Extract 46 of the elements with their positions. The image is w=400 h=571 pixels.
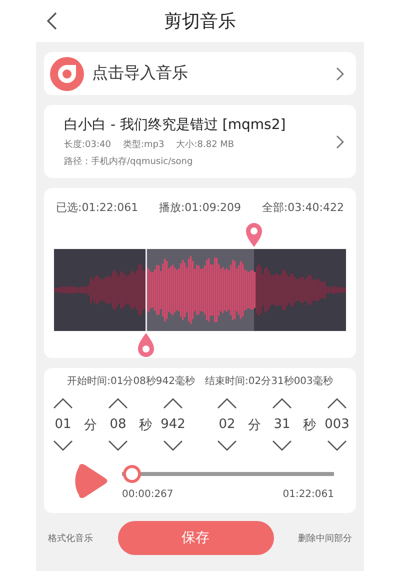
format-music-link[interactable]: 格式化音乐 — [48, 532, 93, 544]
chevron-down-icon[interactable] — [163, 440, 183, 451]
chevron-up-icon[interactable] — [163, 398, 183, 409]
play-position: 播放:01:09:209 — [158, 200, 242, 215]
song-length: 长度:03:40 — [64, 138, 111, 150]
play-icon[interactable] — [74, 463, 108, 499]
current-time: 00:00:267 — [122, 489, 174, 500]
time-value: 003 — [324, 417, 350, 432]
song-type: 类型:mp3 — [122, 138, 164, 150]
chevron-right-icon[interactable] — [336, 66, 344, 80]
chevron-up-icon[interactable] — [53, 398, 73, 409]
back-icon[interactable] — [46, 12, 57, 30]
selected-duration: 已选:01:22:061 — [56, 200, 138, 215]
time-value: 31 — [274, 417, 290, 432]
page-title: 剪切音乐 — [164, 10, 236, 33]
chevron-down-icon[interactable] — [108, 440, 128, 451]
chevron-up-icon[interactable] — [272, 398, 292, 409]
chevron-down-icon[interactable] — [53, 440, 73, 451]
time-value: 01 — [54, 417, 72, 432]
slider-thumb[interactable] — [122, 465, 141, 483]
song-path: 路径：手机内存/qqmusic/song — [64, 156, 194, 168]
music-disc-icon — [50, 56, 84, 90]
start-time-label: 开始时间:01分08秒942毫秒 — [67, 374, 195, 388]
end-time-label: 结束时间:02分31秒003毫秒 — [205, 374, 333, 388]
start-marker-pin-icon[interactable] — [136, 332, 155, 358]
end-time: 01:22:061 — [282, 489, 334, 500]
chevron-down-icon[interactable] — [217, 440, 237, 451]
chevron-down-icon[interactable] — [327, 440, 347, 451]
chevron-right-icon[interactable] — [336, 134, 344, 148]
save-button[interactable]: 保存 — [118, 521, 274, 555]
chevron-down-icon[interactable] — [272, 440, 292, 451]
time-value: 02 — [218, 417, 236, 432]
time-value: 942 — [160, 417, 186, 432]
chevron-up-icon[interactable] — [327, 398, 347, 409]
time-unit: 秒 — [303, 416, 316, 434]
song-size: 大小:8.82 MB — [176, 138, 234, 150]
chevron-up-icon[interactable] — [217, 398, 237, 409]
song-title: 白小白 - 我们终究是错过 [mqms2] — [64, 116, 287, 134]
time-unit: 分 — [248, 416, 261, 434]
time-unit: 分 — [84, 416, 97, 434]
total-duration: 全部:03:40:422 — [262, 200, 344, 215]
time-value: 08 — [110, 417, 126, 432]
chevron-up-icon[interactable] — [108, 398, 128, 409]
end-marker-pin-icon[interactable] — [245, 222, 264, 248]
delete-middle-link[interactable]: 删除中间部分 — [298, 532, 352, 544]
time-unit: 秒 — [139, 416, 152, 434]
